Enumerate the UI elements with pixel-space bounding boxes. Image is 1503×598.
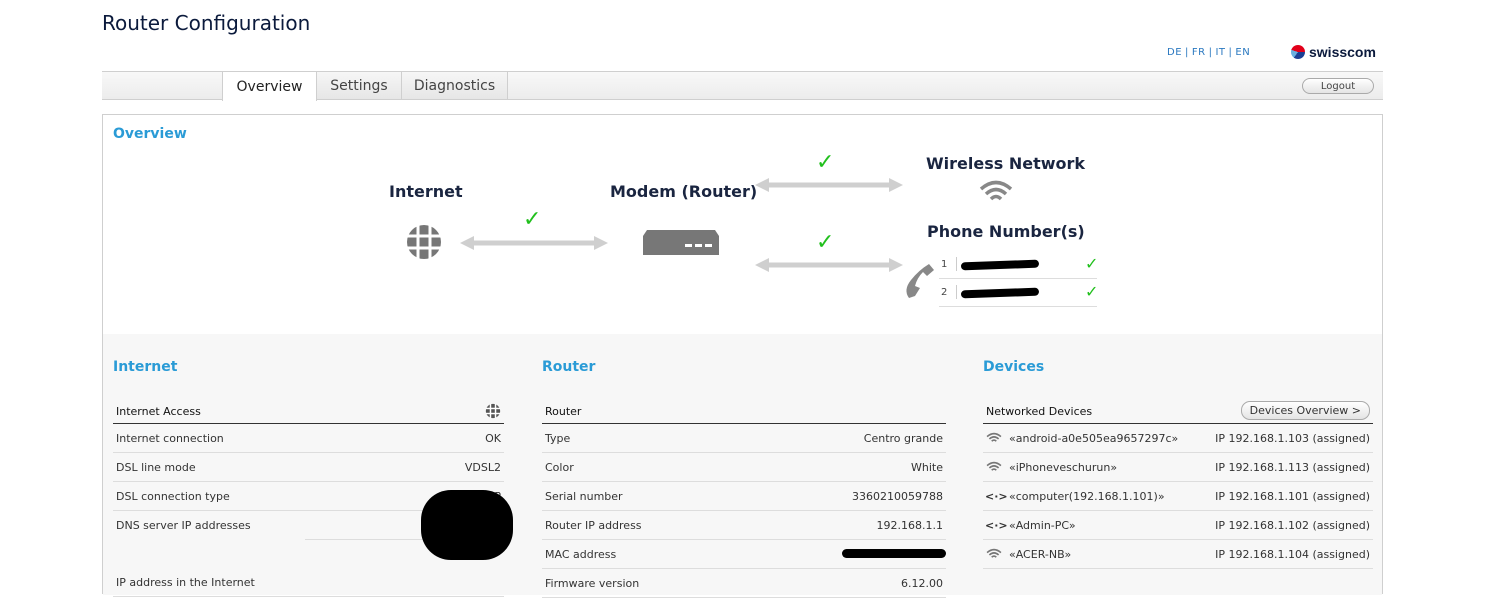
tab-bar: Overview Settings Diagnostics <box>102 71 1383 101</box>
devices-table: Networked Devices Devices Overview > «an… <box>983 397 1373 569</box>
globe-icon <box>407 225 441 259</box>
phone-handset-icon <box>906 264 934 298</box>
device-row[interactable]: <·> «Admin-PC» IP 192.168.1.102 (assigned… <box>983 511 1373 540</box>
phone-ok-check: ✓ <box>1085 254 1099 273</box>
lang-it[interactable]: IT <box>1215 47 1225 58</box>
details-area: Internet Internet Access Internet connec… <box>103 334 1382 598</box>
language-selector: DE | FR | IT | EN <box>1167 47 1251 58</box>
redacted-phone-number <box>960 287 1040 299</box>
lang-fr[interactable]: FR <box>1192 47 1206 58</box>
router-icon <box>643 230 719 255</box>
table-row: Router IP address 192.168.1.1 <box>542 511 946 540</box>
router-table-header: Router <box>542 397 946 424</box>
wifi-icon <box>979 180 1013 201</box>
tab-overview[interactable]: Overview <box>222 72 317 101</box>
overview-title: Overview <box>113 126 187 142</box>
internet-table-header: Internet Access <box>113 397 504 424</box>
page-title: Router Configuration <box>102 11 311 35</box>
lang-de[interactable]: DE <box>1167 47 1182 58</box>
lang-en[interactable]: EN <box>1235 47 1250 58</box>
redacted-dns-addresses <box>421 490 513 560</box>
phone-index: 1 <box>941 259 948 270</box>
phone-status-check: ✓ <box>816 230 835 255</box>
table-row: IP address in the Internet <box>113 568 504 597</box>
ethernet-icon: <·> <box>985 490 1008 503</box>
internet-status-check: ✓ <box>523 207 542 232</box>
device-row[interactable]: «iPhoneveschurun» IP 192.168.1.113 (assig… <box>983 453 1373 482</box>
phone-number-row: 2 ✓ <box>939 279 1099 307</box>
phone-node-label: Phone Number(s) <box>927 222 1085 241</box>
table-row: Color White <box>542 453 946 482</box>
redacted-mac-address <box>842 549 946 558</box>
devices-section-title: Devices <box>983 359 1045 375</box>
ethernet-icon: <·> <box>985 519 1008 532</box>
wireless-status-check: ✓ <box>816 150 835 175</box>
wifi-icon <box>986 548 1002 558</box>
table-row: Type Centro grande <box>542 424 946 453</box>
router-table: Router Type Centro grande Color White Seri… <box>542 397 946 598</box>
wifi-icon <box>986 432 1002 442</box>
table-row: MAC address <box>542 540 946 569</box>
table-row: Serial number 3360210059788 <box>542 482 946 511</box>
table-row: DSL line mode VDSL2 <box>113 453 504 482</box>
devices-overview-button[interactable]: Devices Overview > <box>1240 401 1370 420</box>
brand-name: swisscom <box>1309 44 1376 60</box>
wifi-icon <box>986 461 1002 471</box>
internet-section-title: Internet <box>113 359 178 375</box>
redacted-phone-number <box>960 259 1040 271</box>
internet-access-label: Internet Access <box>116 405 201 418</box>
device-row[interactable]: «android-a0e505ea9657297c» IP 192.168.1.1… <box>983 424 1373 453</box>
overview-diagram: Overview Internet ✓ Modem (Router) ✓ ✓ W… <box>103 115 1382 335</box>
wireless-node-label: Wireless Network <box>926 154 1086 173</box>
tab-settings[interactable]: Settings <box>316 72 402 99</box>
modem-node-label: Modem (Router) <box>610 182 758 201</box>
devices-table-header: Networked Devices Devices Overview > <box>983 397 1373 424</box>
table-row: Internet connection OK <box>113 424 504 453</box>
internet-node-label: Internet <box>389 182 463 201</box>
swisscom-logo-icon <box>1291 45 1305 59</box>
internet-table: Internet Access Internet connection OK DS… <box>113 397 513 597</box>
device-row[interactable]: «ACER-NB» IP 192.168.1.104 (assigned) <box>983 540 1373 569</box>
main-panel: Overview Internet ✓ Modem (Router) ✓ ✓ W… <box>102 114 1383 598</box>
device-row[interactable]: <·> «computer(192.168.1.101)» IP 192.168.… <box>983 482 1373 511</box>
tab-diagnostics[interactable]: Diagnostics <box>401 72 508 99</box>
phone-index: 2 <box>941 287 948 298</box>
router-section-title: Router <box>542 359 596 375</box>
swisscom-logo: swisscom <box>1291 44 1376 60</box>
logout-button[interactable]: Logout <box>1302 78 1374 94</box>
modem-phone-arrow <box>755 258 903 272</box>
globe-icon <box>485 403 501 419</box>
phone-number-row: 1 ✓ <box>939 251 1099 279</box>
phone-ok-check: ✓ <box>1085 282 1099 301</box>
internet-modem-arrow <box>460 236 608 250</box>
modem-wireless-arrow <box>755 178 903 192</box>
